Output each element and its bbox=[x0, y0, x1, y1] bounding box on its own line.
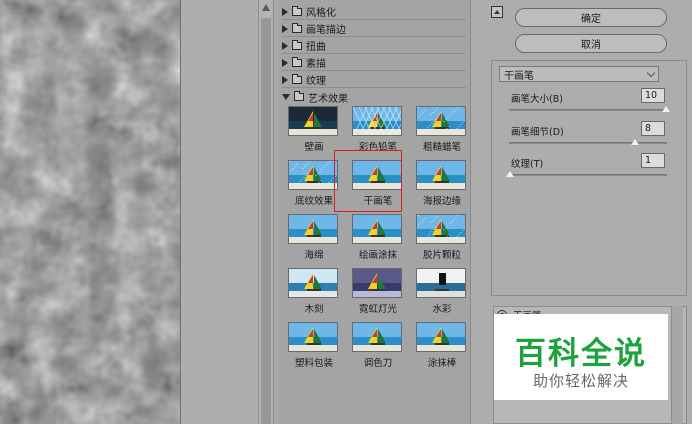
filter-thumbnail-label: 涂抹棒 bbox=[427, 358, 457, 369]
category-label: 扭曲 bbox=[306, 42, 326, 53]
filter-thumbnail-image bbox=[416, 106, 466, 136]
filter-thumbnail-image bbox=[288, 214, 338, 244]
category-sketch[interactable]: 素描 bbox=[282, 55, 466, 71]
filter-thumbnail-label: 水彩 bbox=[432, 304, 452, 315]
folder-icon bbox=[292, 73, 302, 84]
filter-thumbnail-label: 粗糙蜡笔 bbox=[422, 142, 461, 153]
slider-handle[interactable] bbox=[506, 171, 514, 177]
folder-icon bbox=[292, 39, 302, 50]
filter-thumbnail-label: 胶片颗粒 bbox=[422, 250, 461, 261]
filter-thumbnail-image bbox=[416, 214, 466, 244]
category-texture[interactable]: 纹理 bbox=[282, 72, 466, 88]
folder-icon bbox=[292, 56, 302, 67]
expand-arrow-icon bbox=[282, 58, 288, 67]
brush-detail-slider[interactable] bbox=[509, 139, 667, 145]
filter-thumbnail-label: 海绵 bbox=[304, 250, 324, 261]
filter-thumbnail[interactable]: 木刻 bbox=[284, 268, 346, 320]
scrollbar-thumb[interactable] bbox=[261, 18, 271, 424]
filter-thumbnail[interactable]: 海报边缘 bbox=[412, 160, 470, 212]
filter-thumbnail-image bbox=[288, 106, 338, 136]
expand-arrow-icon bbox=[282, 75, 288, 84]
filter-thumbnail-label: 海报边缘 bbox=[422, 196, 461, 207]
slider-handle[interactable] bbox=[662, 106, 670, 112]
brush-size-label: 画笔大小(B) bbox=[511, 94, 563, 105]
brush-size-input[interactable]: 10 bbox=[641, 88, 665, 103]
filter-thumbnail-label: 塑料包装 bbox=[294, 358, 333, 369]
filter-select-value: 干画笔 bbox=[504, 70, 534, 82]
collapse-icon[interactable] bbox=[491, 6, 503, 18]
category-label: 素描 bbox=[306, 59, 326, 70]
preview-image bbox=[0, 0, 180, 424]
watermark-title: 百科全说 bbox=[515, 336, 647, 372]
category-label: 画笔描边 bbox=[306, 25, 346, 36]
slider-handle[interactable] bbox=[631, 139, 639, 145]
filter-thumbnail-image bbox=[416, 268, 466, 298]
brush-detail-input[interactable]: 8 bbox=[641, 121, 665, 136]
filter-thumbnail-image bbox=[288, 268, 338, 298]
category-distort[interactable]: 扭曲 bbox=[282, 38, 466, 54]
filter-preview-canvas[interactable] bbox=[0, 0, 180, 424]
filter-thumbnail-image bbox=[288, 322, 338, 352]
category-label: 风格化 bbox=[306, 8, 336, 19]
filter-thumbnail-image bbox=[288, 160, 338, 190]
cancel-button[interactable]: 取消 bbox=[515, 34, 667, 53]
ok-button[interactable]: 确定 bbox=[515, 8, 667, 27]
chevron-down-icon bbox=[646, 68, 656, 78]
folder-icon bbox=[292, 22, 302, 33]
watermark-logo: 百科全说 助你轻松解决 bbox=[494, 314, 668, 400]
filter-thumbnail-image bbox=[352, 214, 402, 244]
preview-scrollbar[interactable] bbox=[258, 0, 274, 424]
category-stylize[interactable]: 风格化 bbox=[282, 4, 466, 20]
filter-thumbnail-image bbox=[352, 322, 402, 352]
preview-background bbox=[180, 0, 258, 424]
brush-size-slider[interactable] bbox=[509, 106, 670, 112]
texture-label: 纹理(T) bbox=[511, 159, 544, 170]
filter-thumbnail[interactable]: 霓虹灯光 bbox=[348, 268, 410, 320]
filter-thumbnail-label: 绘画涂抹 bbox=[358, 250, 397, 261]
filter-thumbnail[interactable]: 塑料包装 bbox=[284, 322, 346, 374]
filter-thumbnail-label: 霓虹灯光 bbox=[358, 304, 397, 315]
category-label: 艺术效果 bbox=[308, 93, 348, 105]
expand-arrow-icon bbox=[282, 41, 288, 50]
filter-thumbnail[interactable]: 涂抹棒 bbox=[412, 322, 470, 374]
filter-gallery: 风格化 画笔描边 扭曲 素描 纹理 艺术效果 壁画 彩色铅笔 粗糙蜡笔 底纹效果 干画笔… bbox=[278, 0, 470, 424]
filter-thumbnail-image bbox=[416, 322, 466, 352]
expand-arrow-icon bbox=[282, 7, 288, 16]
texture-input[interactable]: 1 bbox=[641, 153, 665, 168]
collapse-arrow-icon bbox=[282, 94, 290, 100]
brush-detail-label: 画笔细节(D) bbox=[511, 127, 564, 138]
filter-thumbnail-label: 木刻 bbox=[304, 304, 324, 315]
watermark-subtitle: 助你轻松解决 bbox=[532, 372, 629, 390]
selected-filter-highlight bbox=[334, 150, 402, 212]
category-artistic[interactable]: 艺术效果 bbox=[282, 89, 466, 105]
filter-thumbnail[interactable]: 调色刀 bbox=[348, 322, 410, 374]
filter-thumbnail-image bbox=[352, 106, 402, 136]
folder-icon bbox=[292, 5, 302, 16]
filter-thumbnail[interactable]: 水彩 bbox=[412, 268, 470, 320]
texture-slider[interactable] bbox=[506, 171, 667, 177]
filter-thumbnail[interactable]: 绘画涂抹 bbox=[348, 214, 410, 266]
filter-thumbnail-label: 调色刀 bbox=[363, 358, 393, 369]
category-brush-strokes[interactable]: 画笔描边 bbox=[282, 21, 466, 37]
folder-icon bbox=[294, 91, 304, 101]
expand-arrow-icon bbox=[282, 24, 288, 33]
filter-thumbnail[interactable]: 胶片颗粒 bbox=[412, 214, 470, 266]
layers-scrollbar[interactable] bbox=[671, 306, 683, 424]
filter-thumbnail[interactable]: 粗糙蜡笔 bbox=[412, 106, 470, 158]
filter-thumbnail[interactable]: 海绵 bbox=[284, 214, 346, 266]
filter-thumbnail-image bbox=[416, 160, 466, 190]
category-label: 纹理 bbox=[306, 76, 326, 87]
filter-thumbnail-image bbox=[352, 268, 402, 298]
filter-select[interactable]: 干画笔 bbox=[499, 66, 659, 82]
scroll-up-arrow-icon[interactable] bbox=[262, 4, 270, 11]
